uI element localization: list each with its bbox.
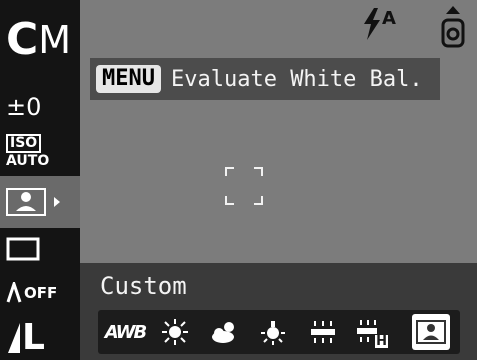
iso-value: AUTO: [6, 153, 50, 169]
resolution-item[interactable]: L: [6, 318, 74, 358]
awb-icon: AWB: [104, 321, 148, 343]
fluorescent-h-label: H: [375, 334, 388, 349]
sun-icon: [162, 319, 188, 345]
flash-auto-label: A: [382, 8, 396, 29]
wb-option-tungsten[interactable]: [254, 314, 292, 350]
exposure-compensation-item[interactable]: ±0: [6, 92, 74, 122]
fluorescent-icon: [311, 321, 335, 343]
shooting-mode-suffix: M: [38, 18, 72, 62]
menu-hint-text: Evaluate White Bal.: [170, 66, 423, 92]
flash-output-label: OFF: [24, 284, 58, 302]
single-frame-icon: [6, 237, 40, 261]
resolution-label: L: [22, 317, 45, 358]
shooting-mode-letter: C: [6, 14, 39, 65]
chevron-right-icon: [54, 197, 60, 207]
white-balance-selected-name: Custom: [100, 272, 187, 300]
wb-option-daylight[interactable]: [156, 314, 194, 350]
af-frame: [225, 167, 263, 205]
white-balance-item[interactable]: [6, 182, 74, 222]
tungsten-icon: [261, 321, 285, 345]
flash-bolt-icon: [364, 8, 380, 40]
iso-label: ISO: [6, 134, 42, 153]
menu-key-label[interactable]: MENU: [96, 65, 161, 93]
custom-wb-icon: [6, 188, 46, 216]
battery-indicator: [440, 4, 466, 54]
wb-option-custom[interactable]: [412, 314, 450, 350]
wb-option-cloudy[interactable]: [206, 314, 244, 350]
wb-option-fluorescent-h[interactable]: H: [352, 314, 390, 350]
wb-option-fluorescent[interactable]: [304, 314, 342, 350]
function-menu-column: C M ±0 ISO AUTO OFF L: [0, 0, 80, 360]
wb-option-awb[interactable]: AWB: [104, 314, 148, 350]
battery-icon: [441, 6, 465, 48]
menu-hint-bar: MENU Evaluate White Bal.: [90, 58, 440, 100]
flash-output-icon: [6, 282, 22, 303]
compression-icon: [8, 323, 20, 353]
shooting-mode-indicator[interactable]: C M: [6, 14, 74, 66]
exposure-compensation-value: ±0: [6, 93, 42, 121]
flash-output-item[interactable]: OFF: [6, 276, 74, 310]
flash-auto-indicator: A: [360, 6, 396, 46]
cloud-icon: [212, 322, 234, 343]
drive-mode-item[interactable]: [6, 234, 74, 264]
iso-item[interactable]: ISO AUTO: [6, 134, 74, 170]
camera-lcd-screen: C M ±0 ISO AUTO OFF L A MENU Evaluate Wh…: [0, 0, 477, 360]
white-balance-options: AWB H: [98, 310, 460, 354]
custom-wb-icon: [416, 320, 446, 344]
